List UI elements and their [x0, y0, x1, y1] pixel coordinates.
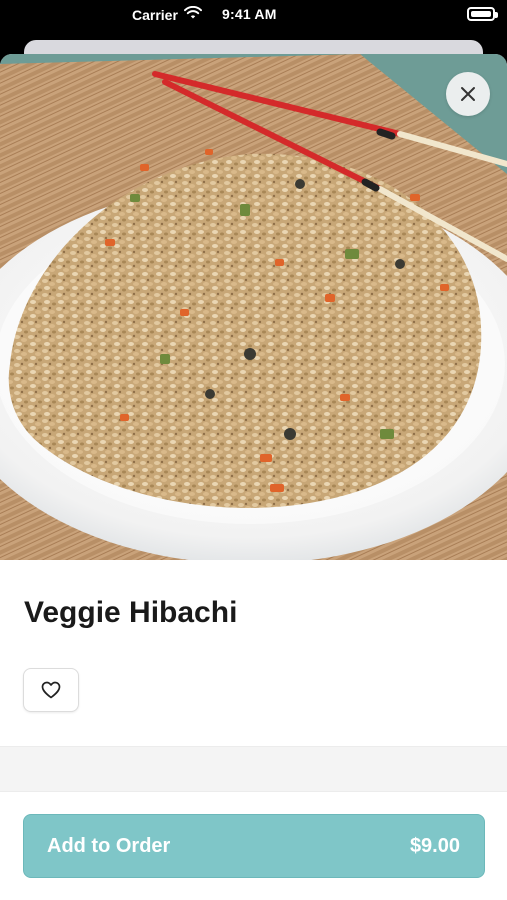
add-to-order-label: Add to Order — [47, 834, 171, 857]
battery-icon — [467, 7, 498, 21]
add-to-order-button[interactable]: Add to Order $9.00 — [23, 814, 485, 878]
section-divider — [0, 746, 507, 792]
status-time: 9:41 AM — [222, 6, 277, 22]
item-title: Veggie Hibachi — [24, 596, 238, 629]
heart-icon — [41, 681, 61, 699]
item-detail-sheet: Veggie Hibachi Add to Order $9.00 — [0, 54, 507, 900]
food-photo — [0, 54, 507, 560]
status-bar: Carrier 9:41 AM — [0, 0, 507, 32]
wifi-icon — [183, 5, 202, 23]
battery-level — [471, 11, 491, 17]
favorite-button[interactable] — [23, 668, 79, 712]
item-image — [0, 54, 507, 560]
item-price: $9.00 — [409, 834, 460, 857]
close-icon — [461, 87, 475, 101]
close-button[interactable] — [446, 72, 490, 116]
carrier-group: Carrier — [132, 5, 202, 23]
carrier-label: Carrier — [132, 6, 178, 23]
